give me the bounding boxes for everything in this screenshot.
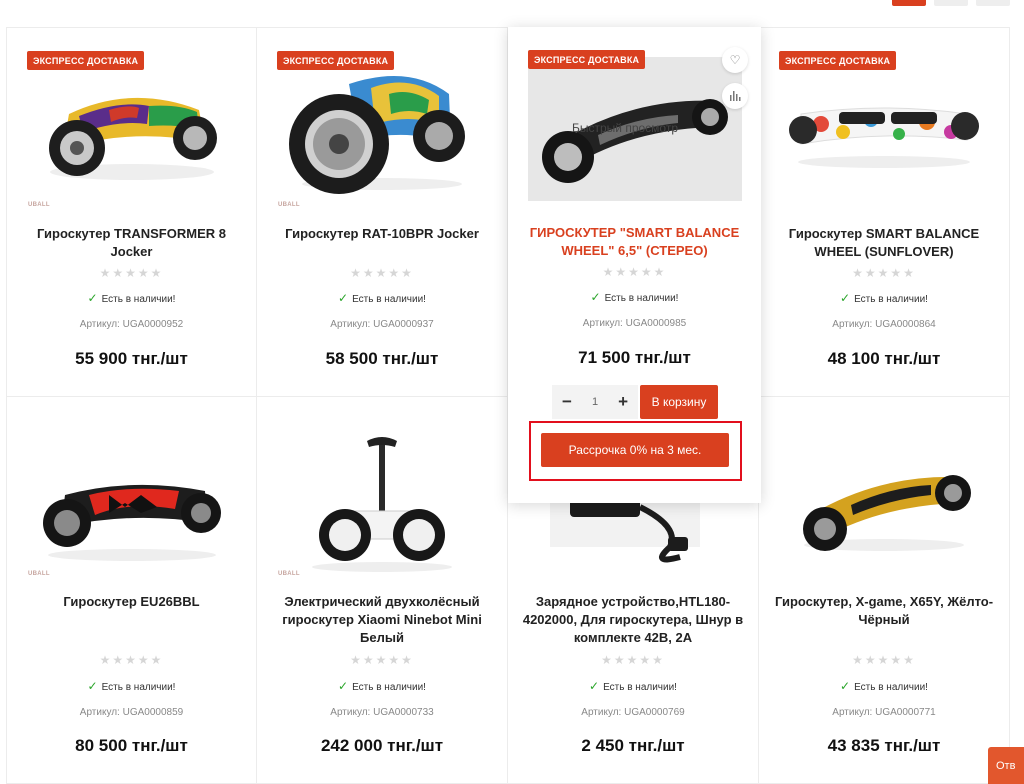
qty-plus-button[interactable]: +: [618, 392, 628, 412]
stock-label: Есть в наличии!: [854, 294, 928, 305]
check-icon: ✓: [589, 679, 600, 693]
product-card[interactable]: UBALL Электрический двухколёсный гироску…: [257, 397, 508, 784]
express-delivery-badge: ЭКСПРЕСС ДОСТАВКА: [27, 51, 145, 70]
stock-status: ✓ Есть в наличии!: [508, 679, 758, 693]
stock-label: Есть в наличии!: [352, 294, 426, 305]
product-image[interactable]: [29, 425, 235, 585]
product-title[interactable]: Гироскутер TRANSFORMER 8 Jocker: [21, 225, 242, 261]
qty-value[interactable]: 1: [592, 396, 598, 408]
brand-watermark: UBALL: [278, 202, 300, 208]
express-delivery-badge: ЭКСПРЕСС ДОСТАВКА: [277, 51, 395, 70]
stock-status: ✓ Есть в наличии!: [7, 291, 256, 305]
stock-status: ✓ Есть в наличии!: [759, 679, 1009, 693]
wishlist-heart-icon[interactable]: ♡: [722, 47, 748, 73]
stock-label: Есть в наличии!: [101, 294, 176, 305]
product-price: 2 450 тнг./шт: [581, 736, 685, 755]
product-price: 55 900 тнг./шт: [75, 349, 188, 368]
product-price: 43 835 тнг./шт: [827, 736, 941, 755]
installment-button[interactable]: Рассрочка 0% на 3 мес.: [541, 433, 729, 467]
stock-label: Есть в наличии!: [854, 682, 928, 693]
pagination-page[interactable]: [934, 0, 968, 6]
pagination-page[interactable]: [976, 0, 1010, 6]
stock-status: ✓ Есть в наличии!: [257, 291, 507, 305]
product-image[interactable]: [781, 425, 987, 585]
check-icon: ✓: [590, 290, 601, 304]
express-delivery-badge: ЭКСПРЕСС ДОСТАВКА: [528, 50, 646, 69]
product-image[interactable]: [279, 425, 485, 585]
check-icon: ✓: [840, 679, 851, 693]
product-card-hovered[interactable]: ЭКСПРЕСС ДОСТАВКА Быстрый просмотр ♡ ГИР…: [508, 27, 761, 503]
product-sku: Артикул: UGA0000769: [581, 707, 685, 718]
product-price: 58 500 тнг./шт: [325, 349, 439, 368]
stock-label: Есть в наличии!: [603, 682, 677, 693]
brand-watermark: UBALL: [28, 202, 50, 208]
add-to-cart-button[interactable]: В корзину: [640, 385, 718, 419]
rating-stars: ★★★★★: [350, 266, 414, 280]
product-sku: Артикул: UGA0000859: [79, 707, 184, 718]
pagination: [892, 0, 1010, 6]
rating-stars: ★★★★★: [99, 653, 164, 667]
compare-bars-icon[interactable]: [722, 83, 748, 109]
product-title[interactable]: Гироскутер EU26BBL: [21, 593, 242, 611]
product-card[interactable]: ЭКСПРЕСС ДОСТАВКА UBALL Гироскутер TRANS…: [6, 27, 257, 397]
chat-answer-button[interactable]: Отв: [988, 747, 1024, 784]
rating-stars: ★★★★★: [852, 266, 916, 280]
product-price: 71 500 тнг./шт: [578, 348, 691, 367]
stock-status: ✓ Есть в наличии!: [7, 679, 256, 693]
product-card[interactable]: Гироскутер, X-game, X65Y, Жёлто-Чёрный ★…: [759, 397, 1010, 784]
stock-label: Есть в наличии!: [101, 682, 176, 693]
product-sku: Артикул: UGA0000864: [832, 319, 936, 330]
pagination-page-active[interactable]: [892, 0, 926, 6]
product-title[interactable]: Гироскутер SMART BALANCE WHEEL (SUNFLOVE…: [773, 225, 995, 261]
check-icon: ✓: [338, 291, 349, 305]
product-sku: Артикул: UGA0000985: [582, 318, 687, 329]
quick-view-label[interactable]: Быстрый просмотр: [572, 121, 678, 135]
product-sku: Артикул: UGA0000733: [330, 707, 434, 718]
rating-stars: ★★★★★: [601, 653, 665, 667]
stock-label: Есть в наличии!: [352, 682, 426, 693]
product-grid: ЭКСПРЕСС ДОСТАВКА UBALL Гироскутер TRANS…: [6, 27, 1010, 784]
check-icon: ✓: [338, 679, 349, 693]
check-icon: ✓: [87, 291, 98, 305]
quantity-stepper[interactable]: − 1 +: [552, 385, 638, 419]
brand-watermark: UBALL: [278, 571, 300, 577]
rating-stars: ★★★★★: [602, 265, 667, 279]
stock-status: ✓ Есть в наличии!: [759, 291, 1009, 305]
product-title[interactable]: Гироскутер RAT-10BPR Jocker: [271, 225, 493, 243]
rating-stars: ★★★★★: [350, 653, 414, 667]
product-title[interactable]: Зарядное устройство,HTL180-4202000, Для …: [522, 593, 744, 647]
qty-minus-button[interactable]: −: [562, 392, 572, 412]
product-price: 242 000 тнг./шт: [320, 736, 444, 755]
rating-stars: ★★★★★: [99, 266, 164, 280]
product-title[interactable]: Электрический двухколёсный гироскутер Xi…: [271, 593, 493, 647]
stock-label: Есть в наличии!: [604, 293, 679, 304]
product-price: 80 500 тнг./шт: [75, 736, 188, 755]
stock-status: ✓ Есть в наличии!: [508, 290, 761, 304]
check-icon: ✓: [87, 679, 98, 693]
rating-stars: ★★★★★: [852, 653, 916, 667]
product-sku: Артикул: UGA0000952: [79, 319, 184, 330]
product-title[interactable]: ГИРОСКУТЕР "SMART BALANCE WHEEL" 6,5" (С…: [522, 224, 747, 260]
check-icon: ✓: [840, 291, 851, 305]
product-sku: Артикул: UGA0000771: [832, 707, 936, 718]
product-card[interactable]: ЭКСПРЕСС ДОСТАВКА UBALL Гироскутер RAT-1…: [257, 27, 508, 397]
product-sku: Артикул: UGA0000937: [330, 319, 434, 330]
product-price: 48 100 тнг./шт: [827, 349, 941, 368]
product-title[interactable]: Гироскутер, X-game, X65Y, Жёлто-Чёрный: [773, 593, 995, 629]
product-card[interactable]: UBALL Гироскутер EU26BBL ★★★★★ ✓ Есть в н…: [6, 397, 257, 784]
brand-watermark: UBALL: [28, 571, 50, 577]
product-card[interactable]: ЭКСПРЕСС ДОСТАВКА Гироскутер SMART BALAN…: [759, 27, 1010, 397]
express-delivery-badge: ЭКСПРЕСС ДОСТАВКА: [779, 51, 897, 70]
stock-status: ✓ Есть в наличии!: [257, 679, 507, 693]
